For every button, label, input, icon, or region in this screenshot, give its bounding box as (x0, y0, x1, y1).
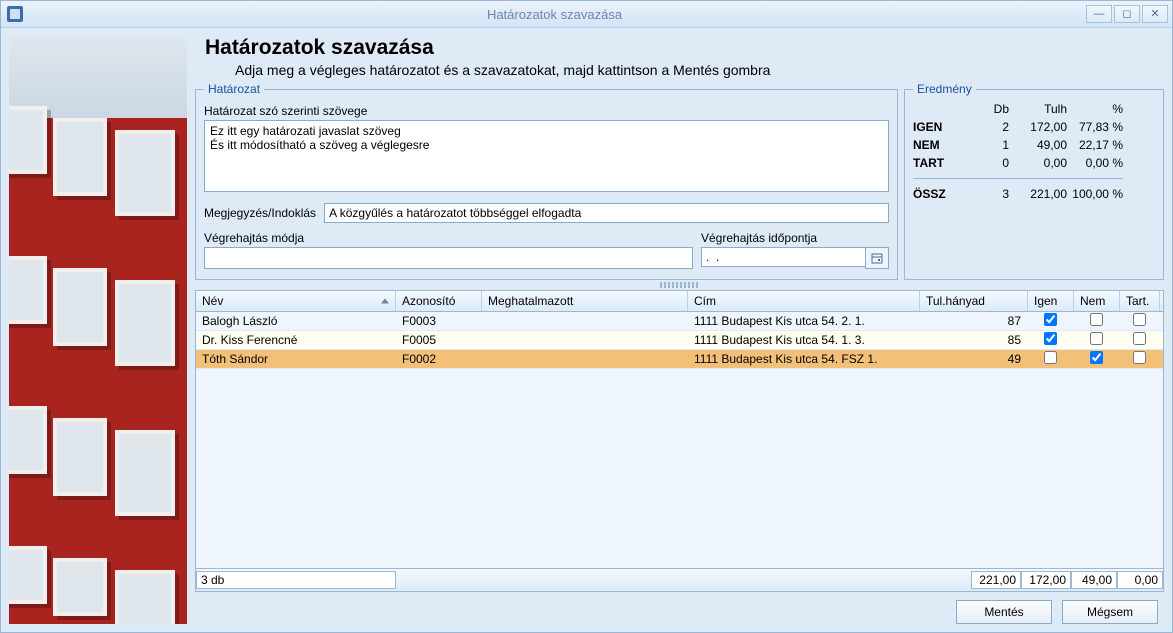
votes-table: Név Azonosító Meghatalmazott Cím Tul.hán… (195, 290, 1164, 592)
results-legend: Eredmény (913, 82, 976, 96)
client-area: Határozatok szavazása Adja meg a véglege… (1, 28, 1172, 632)
col-no[interactable]: Nem (1074, 291, 1120, 311)
vote-abs-checkbox[interactable] (1133, 351, 1146, 364)
footer-sum-yes: 172,00 (1021, 571, 1071, 589)
title-bar[interactable]: Határozatok szavazása — ◻ ✕ (1, 1, 1172, 28)
window-buttons: — ◻ ✕ (1086, 5, 1168, 23)
exec-mode-input[interactable] (204, 247, 693, 269)
vote-yes-checkbox[interactable] (1044, 332, 1057, 345)
col-addr[interactable]: Cím (688, 291, 920, 311)
exec-mode-label: Végrehajtás módja (204, 231, 693, 245)
window-title: Határozatok szavazása (23, 7, 1086, 22)
close-button[interactable]: ✕ (1142, 5, 1168, 23)
footer-count: 3 db (196, 571, 396, 589)
resolution-text-label: Határozat szó szerinti szövege (204, 104, 889, 118)
col-yes[interactable]: Igen (1028, 291, 1074, 311)
app-window: Határozatok szavazása — ◻ ✕ Határozatok … (0, 0, 1173, 633)
cancel-button[interactable]: Mégsem (1062, 600, 1158, 624)
footer-sum-abs: 0,00 (1117, 571, 1163, 589)
vote-yes-checkbox[interactable] (1044, 351, 1057, 364)
save-button[interactable]: Mentés (956, 600, 1052, 624)
vote-no-checkbox[interactable] (1090, 351, 1103, 364)
resolution-text-input[interactable] (204, 120, 889, 192)
page-subtitle: Adja meg a végleges határozatot és a sza… (235, 62, 1160, 78)
vote-no-checkbox[interactable] (1090, 332, 1103, 345)
notes-label: Megjegyzés/Indoklás (204, 206, 316, 220)
col-name[interactable]: Név (196, 291, 396, 311)
results-row-label: NEM (913, 138, 973, 152)
col-proxy[interactable]: Meghatalmazott (482, 291, 688, 311)
results-head-tulh: Tulh (1009, 102, 1067, 116)
footer-sum-share: 221,00 (971, 571, 1021, 589)
vote-abs-checkbox[interactable] (1133, 313, 1146, 326)
vote-abs-checkbox[interactable] (1133, 332, 1146, 345)
col-id[interactable]: Azonosító (396, 291, 482, 311)
table-row[interactable]: Tóth SándorF00021111 Budapest Kis utca 5… (196, 350, 1163, 369)
exec-date-input[interactable] (701, 247, 865, 267)
table-row[interactable]: Balogh LászlóF00031111 Budapest Kis utca… (196, 312, 1163, 331)
table-row[interactable]: Dr. Kiss FerencnéF00051111 Budapest Kis … (196, 331, 1163, 350)
wizard-side-image (9, 36, 187, 624)
results-row-label: IGEN (913, 120, 973, 134)
table-body[interactable]: Balogh LászlóF00031111 Budapest Kis utca… (196, 312, 1163, 568)
results-sum-label: ÖSSZ (913, 187, 973, 201)
exec-date-label: Végrehajtás időpontja (701, 231, 889, 245)
results-head-pct: % (1067, 102, 1123, 116)
calendar-icon[interactable] (865, 247, 889, 269)
vote-yes-checkbox[interactable] (1044, 313, 1057, 326)
button-bar: Mentés Mégsem (195, 592, 1164, 624)
footer-sum-no: 49,00 (1071, 571, 1117, 589)
notes-input[interactable] (324, 203, 889, 223)
page-header: Határozatok szavazása Adja meg a véglege… (195, 36, 1164, 82)
resolution-legend: Határozat (204, 82, 264, 96)
horizontal-splitter[interactable] (195, 280, 1164, 290)
table-footer: 3 db 221,00 172,00 49,00 0,00 (196, 568, 1163, 591)
minimize-button[interactable]: — (1086, 5, 1112, 23)
results-group: Eredmény Db Tulh % IGEN 2 172,00 77,83 %… (904, 82, 1164, 280)
results-head-db: Db (973, 102, 1009, 116)
table-header: Név Azonosító Meghatalmazott Cím Tul.hán… (196, 291, 1163, 312)
app-icon (7, 6, 23, 22)
maximize-button[interactable]: ◻ (1114, 5, 1140, 23)
page-title: Határozatok szavazása (205, 36, 1160, 60)
col-abs[interactable]: Tart. (1120, 291, 1160, 311)
content-pane: Határozatok szavazása Adja meg a véglege… (195, 36, 1164, 624)
vote-no-checkbox[interactable] (1090, 313, 1103, 326)
resolution-group: Határozat Határozat szó szerinti szövege… (195, 82, 898, 280)
col-share[interactable]: Tul.hányad (920, 291, 1028, 311)
results-row-label: TART (913, 156, 973, 170)
